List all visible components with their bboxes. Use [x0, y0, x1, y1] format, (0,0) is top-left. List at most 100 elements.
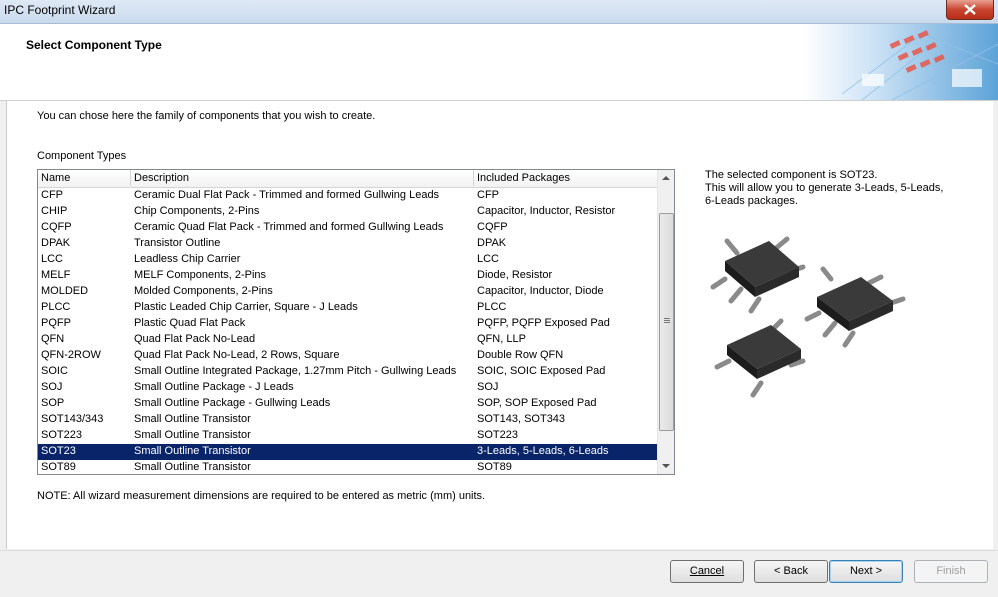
list-row[interactable]: DPAK Transistor Outline DPAK	[38, 236, 658, 252]
row-description: Ceramic Quad Flat Pack - Trimmed and for…	[134, 221, 444, 233]
finish-button-label: Finish	[936, 565, 966, 577]
scroll-up-button[interactable]	[658, 170, 674, 186]
cancel-button-label: Cancel	[689, 565, 725, 577]
row-packages: Double Row QFN	[477, 349, 564, 361]
row-description: Leadless Chip Carrier	[134, 253, 241, 265]
row-packages: SOT223	[477, 429, 518, 441]
row-description: Small Outline Transistor	[134, 445, 251, 457]
row-name: SOT89	[41, 461, 76, 473]
list-row[interactable]: SOT223 Small Outline Transistor SOT223	[38, 428, 658, 444]
list-row[interactable]: SOT23 Small Outline Transistor 3-Leads, 5-…	[38, 444, 658, 460]
list-row[interactable]: SOT143/343 Small Outline Transistor SOT143…	[38, 412, 658, 428]
wizard-header: Select Component Type	[0, 24, 998, 101]
column-divider[interactable]	[130, 170, 131, 186]
list-row[interactable]: QFN-2ROW Quad Flat Pack No-Lead, 2 Rows, …	[38, 348, 658, 364]
row-description: Transistor Outline	[134, 237, 221, 249]
row-packages: CFP	[477, 189, 499, 201]
list-row[interactable]: SOJ Small Outline Package - J Leads SOJ	[38, 380, 658, 396]
close-icon	[964, 4, 976, 15]
list-scrollbar[interactable]	[657, 170, 674, 474]
row-description: Molded Components, 2-Pins	[134, 285, 273, 297]
back-button[interactable]: < Back	[754, 560, 828, 583]
wizard-content: You can chose here the family of compone…	[6, 101, 993, 549]
selection-info-line: The selected component is SOT23.	[705, 169, 878, 181]
row-description: Small Outline Package - J Leads	[134, 381, 294, 393]
selection-info-line: This will allow you to generate 3-Leads,…	[705, 182, 944, 194]
scroll-up-arrow-icon	[662, 176, 670, 180]
selection-info: The selected component is SOT23. This wi…	[705, 169, 965, 208]
scroll-thumb[interactable]	[659, 213, 674, 431]
scroll-down-button[interactable]	[658, 458, 674, 474]
row-description: Small Outline Integrated Package, 1.27mm…	[134, 365, 457, 377]
cancel-button[interactable]: Cancel	[670, 560, 744, 583]
sot23-chip	[710, 236, 806, 314]
row-name: SOIC	[41, 365, 68, 377]
list-row[interactable]: SOIC Small Outline Integrated Package, 1.…	[38, 364, 658, 380]
row-name: PQFP	[41, 317, 71, 329]
next-button[interactable]: Next >	[829, 560, 903, 583]
row-name: PLCC	[41, 301, 71, 313]
row-packages: SOJ	[477, 381, 499, 393]
component-type-list[interactable]: Name Description Included Packages CFP Ce…	[37, 169, 675, 475]
row-packages: Capacitor, Inductor, Resistor	[477, 205, 616, 217]
list-row[interactable]: CHIP Chip Components, 2-Pins Capacitor, In…	[38, 204, 658, 220]
row-name: SOT23	[41, 445, 76, 457]
row-name: QFN	[41, 333, 65, 345]
row-packages: Capacitor, Inductor, Diode	[477, 285, 604, 297]
intro-text: You can chose here the family of compone…	[37, 110, 376, 122]
list-row[interactable]: LCC Leadless Chip Carrier LCC	[38, 252, 658, 268]
sot23-package-image	[710, 236, 906, 398]
row-name: CHIP	[41, 205, 68, 217]
row-name: MELF	[41, 269, 71, 281]
row-name: QFN-2ROW	[41, 349, 101, 361]
column-header-description[interactable]: Description	[134, 172, 189, 184]
next-button-label: Next >	[849, 565, 883, 577]
list-row[interactable]: CQFP Ceramic Quad Flat Pack - Trimmed and…	[38, 220, 658, 236]
column-header-name[interactable]: Name	[41, 172, 70, 184]
window-title: IPC Footprint Wizard	[4, 3, 116, 17]
row-description: Ceramic Dual Flat Pack - Trimmed and for…	[134, 189, 440, 201]
list-header: Name Description Included Packages	[38, 170, 658, 188]
list-row[interactable]: QFN Quad Flat Pack No-Lead QFN, LLP	[38, 332, 658, 348]
list-row[interactable]: CFP Ceramic Dual Flat Pack - Trimmed and …	[38, 188, 658, 204]
close-button[interactable]	[946, 0, 994, 20]
list-row[interactable]: PLCC Plastic Leaded Chip Carrier, Square …	[38, 300, 658, 316]
row-description: Small Outline Transistor	[134, 413, 251, 425]
row-description: Chip Components, 2-Pins	[134, 205, 260, 217]
wizard-banner-image	[802, 24, 998, 100]
row-packages: PQFP, PQFP Exposed Pad	[477, 317, 610, 329]
back-button-label: < Back	[774, 565, 808, 577]
row-description: Quad Flat Pack No-Lead, 2 Rows, Square	[134, 349, 340, 361]
list-row[interactable]: MOLDED Molded Components, 2-Pins Capacitor…	[38, 284, 658, 300]
row-name: DPAK	[41, 237, 71, 249]
list-row[interactable]: SOT89 Small Outline Transistor SOT89	[38, 460, 658, 474]
list-row[interactable]: PQFP Plastic Quad Flat Pack PQFP, PQFP Exp…	[38, 316, 658, 332]
row-description: Small Outline Transistor	[134, 461, 251, 473]
column-header-packages[interactable]: Included Packages	[477, 172, 570, 184]
row-description: MELF Components, 2-Pins	[134, 269, 267, 281]
page-title: Select Component Type	[26, 38, 162, 52]
column-divider[interactable]	[473, 170, 474, 186]
wizard-footer: Cancel < Back Next > Finish	[0, 550, 998, 597]
row-name: LCC	[41, 253, 64, 265]
row-description: Plastic Quad Flat Pack	[134, 317, 246, 329]
scroll-down-arrow-icon	[662, 464, 670, 468]
list-row[interactable]: SOP Small Outline Package - Gullwing Lead…	[38, 396, 658, 412]
row-packages: PLCC	[477, 301, 507, 313]
row-name: MOLDED	[41, 285, 89, 297]
component-types-label: Component Types	[37, 150, 127, 162]
row-packages: SOT143, SOT343	[477, 413, 566, 425]
selection-info-line: 6-Leads packages.	[705, 195, 798, 207]
row-name: SOP	[41, 397, 65, 409]
metric-units-note: NOTE: All wizard measurement dimensions …	[37, 490, 486, 502]
row-packages: SOT89	[477, 461, 512, 473]
row-description: Small Outline Package - Gullwing Leads	[134, 397, 331, 409]
row-name: SOT143/343	[41, 413, 104, 425]
row-packages: CQFP	[477, 221, 508, 233]
list-row[interactable]: MELF MELF Components, 2-Pins Diode, Resist…	[38, 268, 658, 284]
row-name: SOJ	[41, 381, 63, 393]
row-name: CFP	[41, 189, 63, 201]
row-packages: LCC	[477, 253, 500, 265]
row-packages: SOP, SOP Exposed Pad	[477, 397, 597, 409]
row-packages: QFN, LLP	[477, 333, 526, 345]
